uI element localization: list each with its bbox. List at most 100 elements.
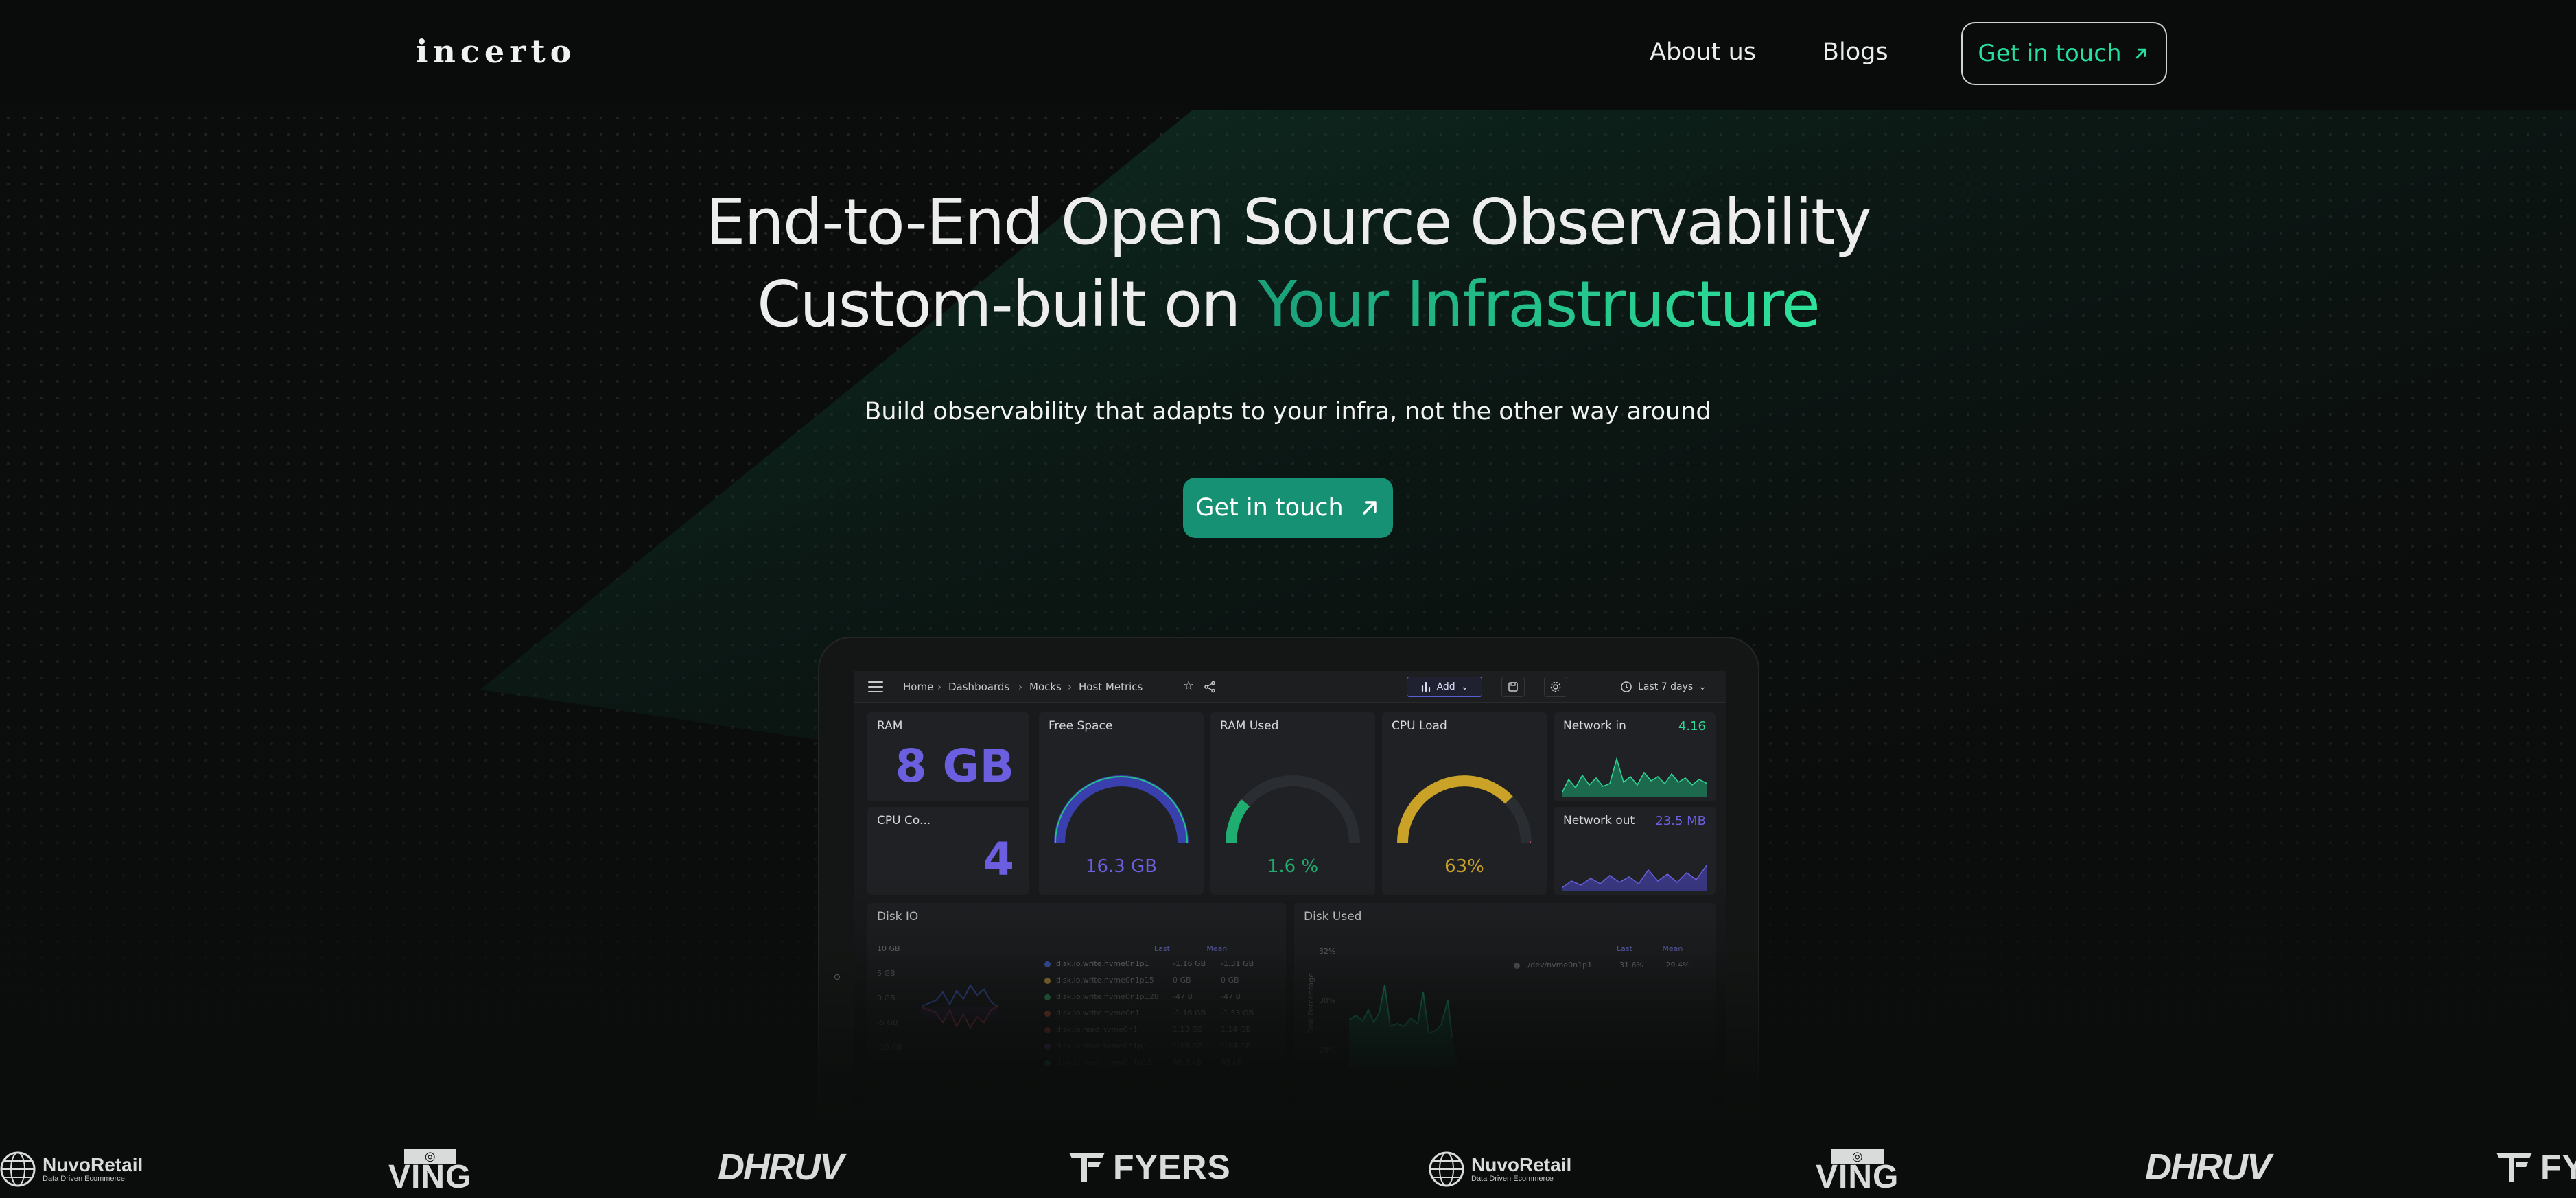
client-logo-dhruv: DHRUV (2145, 1146, 2271, 1188)
y-tick: 32% (1319, 947, 1336, 956)
legend-row: disk.io.read.nvme0n1p15 96.3 kB 95 kB (1044, 1058, 1242, 1067)
legend-last-value: 0 GB (1173, 976, 1191, 985)
save-icon (1508, 682, 1518, 692)
panel-ram-used[interactable]: RAM Used 1.6 % (1210, 712, 1375, 895)
fyers-mark-icon (2496, 1153, 2532, 1182)
legend-series-name: disk.io.read.nvme0n1p15 (1056, 1058, 1152, 1067)
panel-title: RAM (877, 719, 903, 733)
bar-chart-icon (1421, 681, 1430, 692)
legend-series-name: /dev/nvme0n1p1 (1527, 961, 1593, 970)
legend-row: disk.io.write.nvme0n1p1 -1.16 GB -1.31 GB (1044, 959, 1254, 968)
chevron-down-icon: ⌄ (1698, 681, 1707, 692)
hero-subtitle: Build observability that adapts to your … (865, 398, 1711, 425)
save-dashboard-button[interactable] (1501, 677, 1525, 697)
panel-disk-io[interactable]: Disk IO 10 GB 5 GB 0 GB -5 GB -10 GB Las… (867, 903, 1286, 1102)
legend-header: Last Mean (1617, 944, 1683, 953)
breadcrumb-chevron-icon: › (1068, 681, 1072, 693)
ram-value: 8 GB (895, 740, 1014, 792)
client-logo-fyers: FYERS (1068, 1147, 1231, 1187)
legend-last-value: -47 B (1173, 992, 1193, 1001)
legend-color-dot (1514, 962, 1520, 969)
legend-last-value: 96.3 kB (1173, 1058, 1202, 1067)
landing-page: incerto About us Blogs Get in touch End-… (0, 0, 2576, 1198)
brand-logo[interactable]: incerto (416, 33, 576, 70)
client-name: FYERS (2540, 1148, 2576, 1186)
header-get-in-touch-button[interactable]: Get in touch (1961, 22, 2167, 85)
y-tick: 30% (1319, 996, 1336, 1005)
client-logo-ving: ◎ VING (388, 1149, 471, 1194)
panel-cpu-cores[interactable]: CPU Co... 4 (867, 807, 1029, 895)
breadcrumb-host-metrics: Host Metrics (1079, 681, 1143, 693)
panel-cpu-load[interactable]: CPU Load 63% (1382, 712, 1547, 895)
panel-title: Network out (1563, 814, 1635, 827)
cpu-load-value: 63% (1444, 856, 1484, 877)
globe-icon (1429, 1151, 1464, 1187)
client-name: DHRUV (718, 1147, 844, 1188)
add-button-label: Add (1436, 681, 1455, 692)
legend-mean-value: 1.14 GB (1221, 1025, 1252, 1034)
panel-title: CPU Co... (877, 814, 931, 827)
legend-color-dot (1044, 1059, 1051, 1066)
client-name: NuvoRetail (1471, 1154, 1572, 1175)
panel-title: Free Space (1049, 719, 1113, 733)
client-name: DHRUV (2145, 1147, 2271, 1188)
y-tick: 5 GB (877, 969, 895, 978)
breadcrumb-dashboards[interactable]: Dashboards (948, 681, 1009, 693)
legend-row: disk.io.write.nvme0n1p15 0 GB 0 GB (1044, 976, 1239, 985)
chevron-down-icon: ⌄ (1460, 681, 1469, 692)
panel-ram[interactable]: RAM 8 GB (867, 712, 1029, 801)
panel-disk-used[interactable]: Disk Used 32% 30% 28% Disk Percentage La… (1294, 903, 1716, 1102)
hero-title-prefix: Custom-built on (757, 268, 1241, 341)
client-logo-nuvo: NuvoRetail Data Driven Ecommerce (1429, 1151, 1571, 1187)
network-in-value: 4.16 (1678, 719, 1706, 733)
time-range-label: Last 7 days (1638, 681, 1694, 692)
add-panel-button[interactable]: Add ⌄ (1407, 677, 1482, 697)
client-name: NuvoRetail (43, 1154, 143, 1175)
legend-color-dot (1044, 961, 1051, 967)
y-tick: 28% (1319, 1046, 1336, 1055)
header-cta-label: Get in touch (1978, 40, 2122, 67)
breadcrumb-home[interactable]: Home (903, 681, 933, 693)
client-tagline: Data Driven Ecommerce (43, 1175, 125, 1183)
legend-row: disk.io.read.nvme0n1 1.13 GB 1.14 GB (1044, 1025, 1251, 1034)
device-camera-icon (834, 974, 840, 980)
y-tick: 10 GB (877, 944, 900, 953)
hero-get-in-touch-button[interactable]: Get in touch (1183, 478, 1393, 538)
share-icon[interactable] (1204, 681, 1216, 693)
panel-network-out[interactable]: Network out 23.5 MB (1554, 807, 1716, 895)
client-logo-ving: ◎ VING (1816, 1149, 1899, 1194)
panel-title: Network in (1563, 719, 1626, 733)
legend-series-name: disk.io.write.nvme0n1p1 (1056, 959, 1149, 968)
legend-header: Last Mean (1154, 944, 1227, 953)
breadcrumb-chevron-icon: › (1018, 681, 1022, 693)
network-in-sparkline (1562, 757, 1707, 797)
breadcrumb-mocks[interactable]: Mocks (1029, 681, 1062, 693)
legend-row: /dev/nvme0n1p1 31.6% 29.4% (1514, 961, 1689, 970)
dashboard-settings-button[interactable] (1544, 677, 1567, 697)
legend-row: disk.io.write.nvme0n1 -1.16 GB -1.53 GB (1044, 1009, 1254, 1018)
legend-series-name: disk.io.read.nvme0n1 (1056, 1025, 1138, 1034)
network-out-value: 23.5 MB (1655, 814, 1706, 828)
time-range-picker[interactable]: Last 7 days ⌄ (1608, 677, 1718, 697)
hamburger-menu-icon[interactable] (867, 680, 884, 694)
legend-series-name: disk.io.write.nvme0n1p128 (1056, 992, 1159, 1001)
globe-icon (0, 1151, 36, 1187)
legend-mean-value: 0 GB (1221, 976, 1239, 985)
client-name: FYERS (1113, 1148, 1231, 1186)
site-header: incerto About us Blogs Get in touch (0, 0, 2576, 110)
legend-color-dot (1044, 1043, 1051, 1050)
client-logo-strip: NuvoRetail Data Driven Ecommerce ◎ VING DHRU… (0, 1139, 2576, 1198)
legend-mean-value: -1.53 GB (1221, 1009, 1254, 1018)
star-icon[interactable]: ☆ (1183, 679, 1194, 693)
disk-io-chart (922, 984, 998, 1030)
nav-about-us[interactable]: About us (1650, 38, 1756, 66)
arrow-up-right-icon (1362, 501, 1377, 515)
legend-header-last: Last (1617, 944, 1632, 953)
legend-mean-value: 95 kB (1221, 1058, 1243, 1067)
dashboard-toolbar: Home › Dashboards › Mocks › Host Metrics… (854, 671, 1726, 703)
nav-blogs[interactable]: Blogs (1823, 38, 1888, 66)
dashboard-screenshot: Home › Dashboards › Mocks › Host Metrics… (854, 671, 1726, 1110)
panel-free-space[interactable]: Free Space 16.3 GB (1039, 712, 1204, 895)
panel-title: Disk IO (877, 910, 919, 924)
panel-network-in[interactable]: Network in 4.16 (1554, 712, 1716, 801)
